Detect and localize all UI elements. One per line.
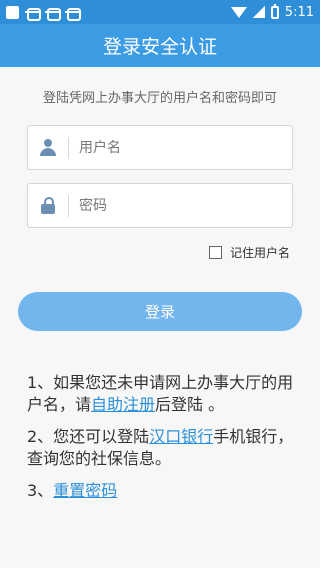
debug-icon [65,5,81,21]
username-icon-wrap [28,126,68,169]
battery-icon [270,3,279,19]
hankou-bank-link[interactable]: 汉口银行 [149,427,213,446]
password-input[interactable] [79,197,292,214]
status-bar: 5:11 [0,0,320,24]
note-2-text-a: 2、您还可以登陆 [27,427,150,446]
note-1: 1、如果您还未申请网上办事大厅的用户名，请自助注册后登陆 。 [27,372,297,416]
reset-password-link[interactable]: 重置密码 [53,481,117,500]
password-icon-wrap [28,184,68,227]
status-icons-left [6,5,81,21]
login-instructions: 登陆凭网上办事大厅的用户名和密码即可 [42,91,277,106]
username-field-container [27,125,293,170]
wifi-icon [230,6,247,18]
signal-icon [252,6,265,18]
note-3: 3、重置密码 [27,480,297,502]
page-title: 登录安全认证 [0,24,320,67]
field-divider [68,194,69,217]
note-3-text-a: 3、 [27,481,54,500]
lock-icon [41,196,55,215]
login-button[interactable]: 登录 [18,292,302,331]
debug-icon [25,5,41,21]
debug-icon [45,5,61,21]
password-field-container [27,183,293,228]
note-2: 2、您还可以登陆汉口银行手机银行，查询您的社保信息。 [27,426,297,470]
remember-username[interactable]: 记住用户名 [208,244,290,261]
user-icon [39,138,57,157]
self-register-link[interactable]: 自助注册 [91,395,155,414]
clock-time: 5:11 [284,4,314,20]
remember-checkbox[interactable] [208,246,222,259]
status-icons-right: 5:11 [230,3,314,20]
username-input[interactable] [79,139,292,156]
notes-section: 1、如果您还未申请网上办事大厅的用户名，请自助注册后登陆 。 2、您还可以登陆汉… [27,372,297,512]
note-1-text-b: 后登陆 。 [155,395,225,414]
remember-label: 记住用户名 [229,246,290,260]
content-area: 登陆凭网上办事大厅的用户名和密码即可 记住用户名 登录 1、如果您还未申请网上办… [0,67,320,568]
field-divider [68,136,69,159]
notification-square-icon [6,5,19,19]
